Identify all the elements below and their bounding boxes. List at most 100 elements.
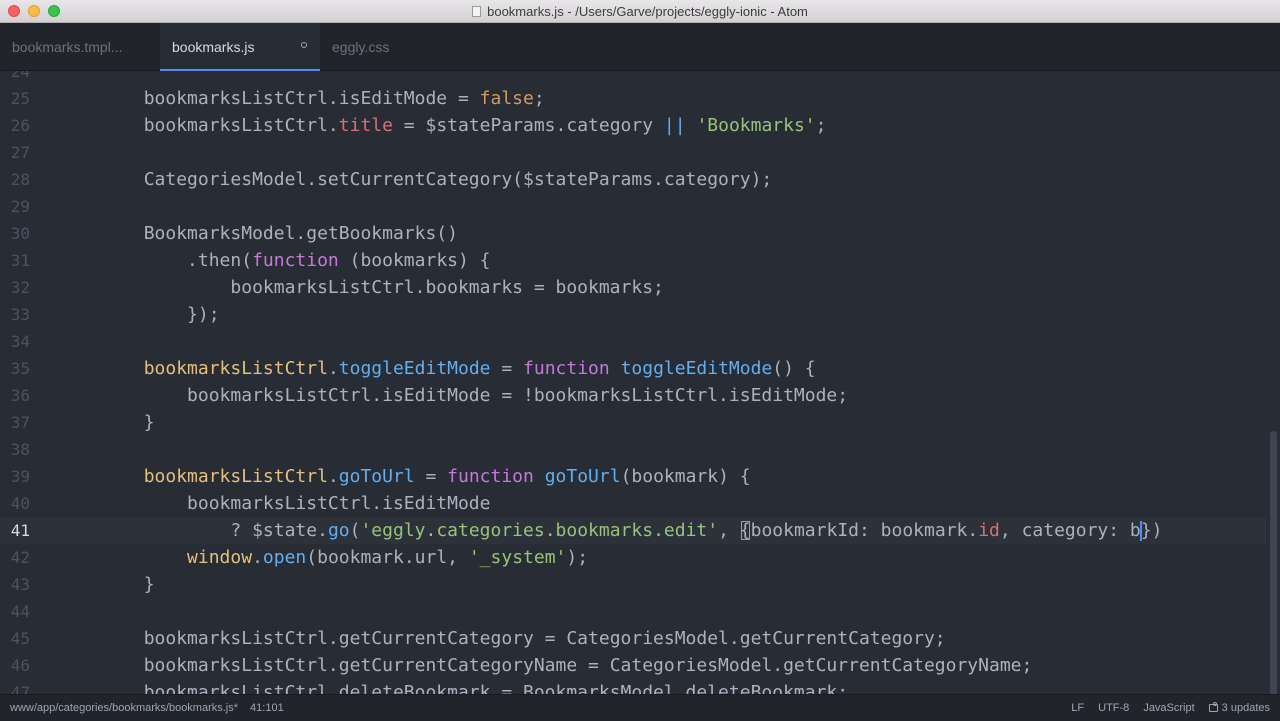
code-line[interactable]: 42 window.open(bookmark.url, '_system'); (0, 544, 1266, 571)
code-line[interactable]: 34 (0, 328, 1266, 355)
code-line[interactable]: 38 (0, 436, 1266, 463)
code-content[interactable]: } (57, 409, 155, 436)
code-token: = (414, 466, 448, 487)
code-line[interactable]: 39 bookmarksListCtrl.goToUrl = function … (0, 463, 1266, 490)
line-number[interactable]: 24 (0, 71, 30, 85)
file-path[interactable]: www/app/categories/bookmarks/bookmarks.j… (10, 702, 238, 714)
tab-bookmarks-js[interactable]: bookmarks.js (160, 23, 320, 71)
line-number[interactable]: 38 (0, 436, 30, 463)
code-content[interactable]: CategoriesModel.setCurrentCategory($stat… (57, 166, 773, 193)
code-line[interactable]: 29 (0, 193, 1266, 220)
line-number[interactable]: 33 (0, 301, 30, 328)
code-content[interactable]: bookmarksListCtrl.isEditMode = false; (57, 85, 545, 112)
line-number[interactable]: 47 (0, 679, 30, 694)
updates-button[interactable]: 3 updates (1208, 702, 1270, 714)
code-content[interactable]: bookmarksListCtrl.isEditMode = !bookmark… (57, 382, 848, 409)
file-encoding[interactable]: UTF-8 (1098, 702, 1129, 714)
code-line[interactable]: 37 } (0, 409, 1266, 436)
code-content[interactable]: bookmarksListCtrl.getCurrentCategory = C… (57, 625, 946, 652)
code-content[interactable]: bookmarksListCtrl.title = $stateParams.c… (57, 112, 827, 139)
line-number[interactable]: 41 (0, 517, 30, 544)
code-content[interactable]: bookmarksListCtrl.bookmarks = bookmarks; (57, 274, 663, 301)
code-line[interactable]: 46 bookmarksListCtrl.getCurrentCategoryN… (0, 652, 1266, 679)
code-token: bookmarksListCtrl.getCurrentCategory = C… (143, 628, 946, 649)
code-token: ( (349, 520, 361, 541)
code-line[interactable]: 26 bookmarksListCtrl.title = $stateParam… (0, 112, 1266, 139)
code-token: goToUrl (544, 466, 621, 487)
line-number[interactable]: 26 (0, 112, 30, 139)
line-number[interactable]: 37 (0, 409, 30, 436)
code-token: = (490, 358, 524, 379)
cursor-position[interactable]: 41:101 (250, 702, 284, 714)
code-content[interactable]: window.open(bookmark.url, '_system'); (57, 544, 588, 571)
modified-indicator-icon[interactable] (301, 42, 307, 48)
grammar-selector[interactable]: JavaScript (1143, 702, 1194, 714)
code-token: . (252, 547, 263, 568)
line-ending[interactable]: LF (1071, 702, 1084, 714)
code-content[interactable]: bookmarksListCtrl.deleteBookmark = Bookm… (57, 679, 848, 694)
code-line[interactable]: 33 }); (0, 301, 1266, 328)
line-number[interactable]: 35 (0, 355, 30, 382)
code-line[interactable]: 40 bookmarksListCtrl.isEditMode (0, 490, 1266, 517)
status-bar: www/app/categories/bookmarks/bookmarks.j… (0, 694, 1280, 721)
line-number[interactable]: 28 (0, 166, 30, 193)
code-line[interactable]: 43 } (0, 571, 1266, 598)
vertical-scrollbar[interactable] (1270, 431, 1277, 694)
line-number[interactable]: 46 (0, 652, 30, 679)
line-number[interactable]: 27 (0, 139, 30, 166)
code-line[interactable]: 35 bookmarksListCtrl.toggleEditMode = fu… (0, 355, 1266, 382)
line-number[interactable]: 25 (0, 85, 30, 112)
code-content[interactable]: bookmarksListCtrl.goToUrl = function goT… (57, 463, 751, 490)
code-token: title (338, 115, 393, 136)
code-content[interactable]: BookmarksModel.getBookmarks() (57, 220, 458, 247)
code-line[interactable]: 28 CategoriesModel.setCurrentCategory($s… (0, 166, 1266, 193)
tab-bookmarks-tmpl[interactable]: bookmarks.tmpl... (0, 23, 160, 70)
code-content[interactable]: ? $state.go('eggly.categories.bookmarks.… (57, 517, 1162, 544)
code-editor[interactable]: 24 25 bookmarksListCtrl.isEditMode = fals… (0, 71, 1280, 694)
code-line[interactable]: 32 bookmarksListCtrl.bookmarks = bookmar… (0, 274, 1266, 301)
document-icon (472, 5, 482, 17)
code-token: } (143, 574, 155, 595)
code-line[interactable]: 36 bookmarksListCtrl.isEditMode = !bookm… (0, 382, 1266, 409)
code-line[interactable]: 41 ? $state.go('eggly.categories.bookmar… (0, 517, 1266, 544)
code-line[interactable]: 47 bookmarksListCtrl.deleteBookmark = Bo… (0, 679, 1266, 694)
line-number[interactable]: 36 (0, 382, 30, 409)
line-number[interactable]: 45 (0, 625, 30, 652)
line-number[interactable]: 43 (0, 571, 30, 598)
code-line[interactable]: 45 bookmarksListCtrl.getCurrentCategory … (0, 625, 1266, 652)
code-content[interactable]: bookmarksListCtrl.getCurrentCategoryName… (57, 652, 1033, 679)
tab-eggly-css[interactable]: eggly.css (320, 23, 480, 70)
line-number[interactable]: 29 (0, 193, 30, 220)
code-content[interactable]: .then(function (bookmarks) { (57, 247, 490, 274)
code-line[interactable]: 25 bookmarksListCtrl.isEditMode = false; (0, 85, 1266, 112)
code-token: window (187, 547, 253, 568)
code-token: (bookmark) { (620, 466, 751, 487)
code-line[interactable]: 30 BookmarksModel.getBookmarks() (0, 220, 1266, 247)
code-line[interactable]: 24 (0, 71, 1266, 85)
line-number[interactable]: 31 (0, 247, 30, 274)
code-line[interactable]: 31 .then(function (bookmarks) { (0, 247, 1266, 274)
code-content[interactable]: } (57, 571, 155, 598)
line-number[interactable]: 34 (0, 328, 30, 355)
code-content[interactable]: bookmarksListCtrl.isEditMode (57, 490, 490, 517)
line-number[interactable]: 39 (0, 463, 30, 490)
code-token: bookmarksListCtrl.isEditMode = (143, 88, 480, 109)
line-number[interactable]: 30 (0, 220, 30, 247)
code-line[interactable]: 44 (0, 598, 1266, 625)
line-number[interactable]: 42 (0, 544, 30, 571)
code-content[interactable]: bookmarksListCtrl.toggleEditMode = funct… (57, 355, 816, 382)
code-content[interactable]: }); (57, 301, 220, 328)
line-number[interactable]: 40 (0, 490, 30, 517)
code-token: ); (566, 547, 589, 568)
code-line[interactable]: 27 (0, 139, 1266, 166)
line-number[interactable]: 44 (0, 598, 30, 625)
line-number[interactable]: 32 (0, 274, 30, 301)
